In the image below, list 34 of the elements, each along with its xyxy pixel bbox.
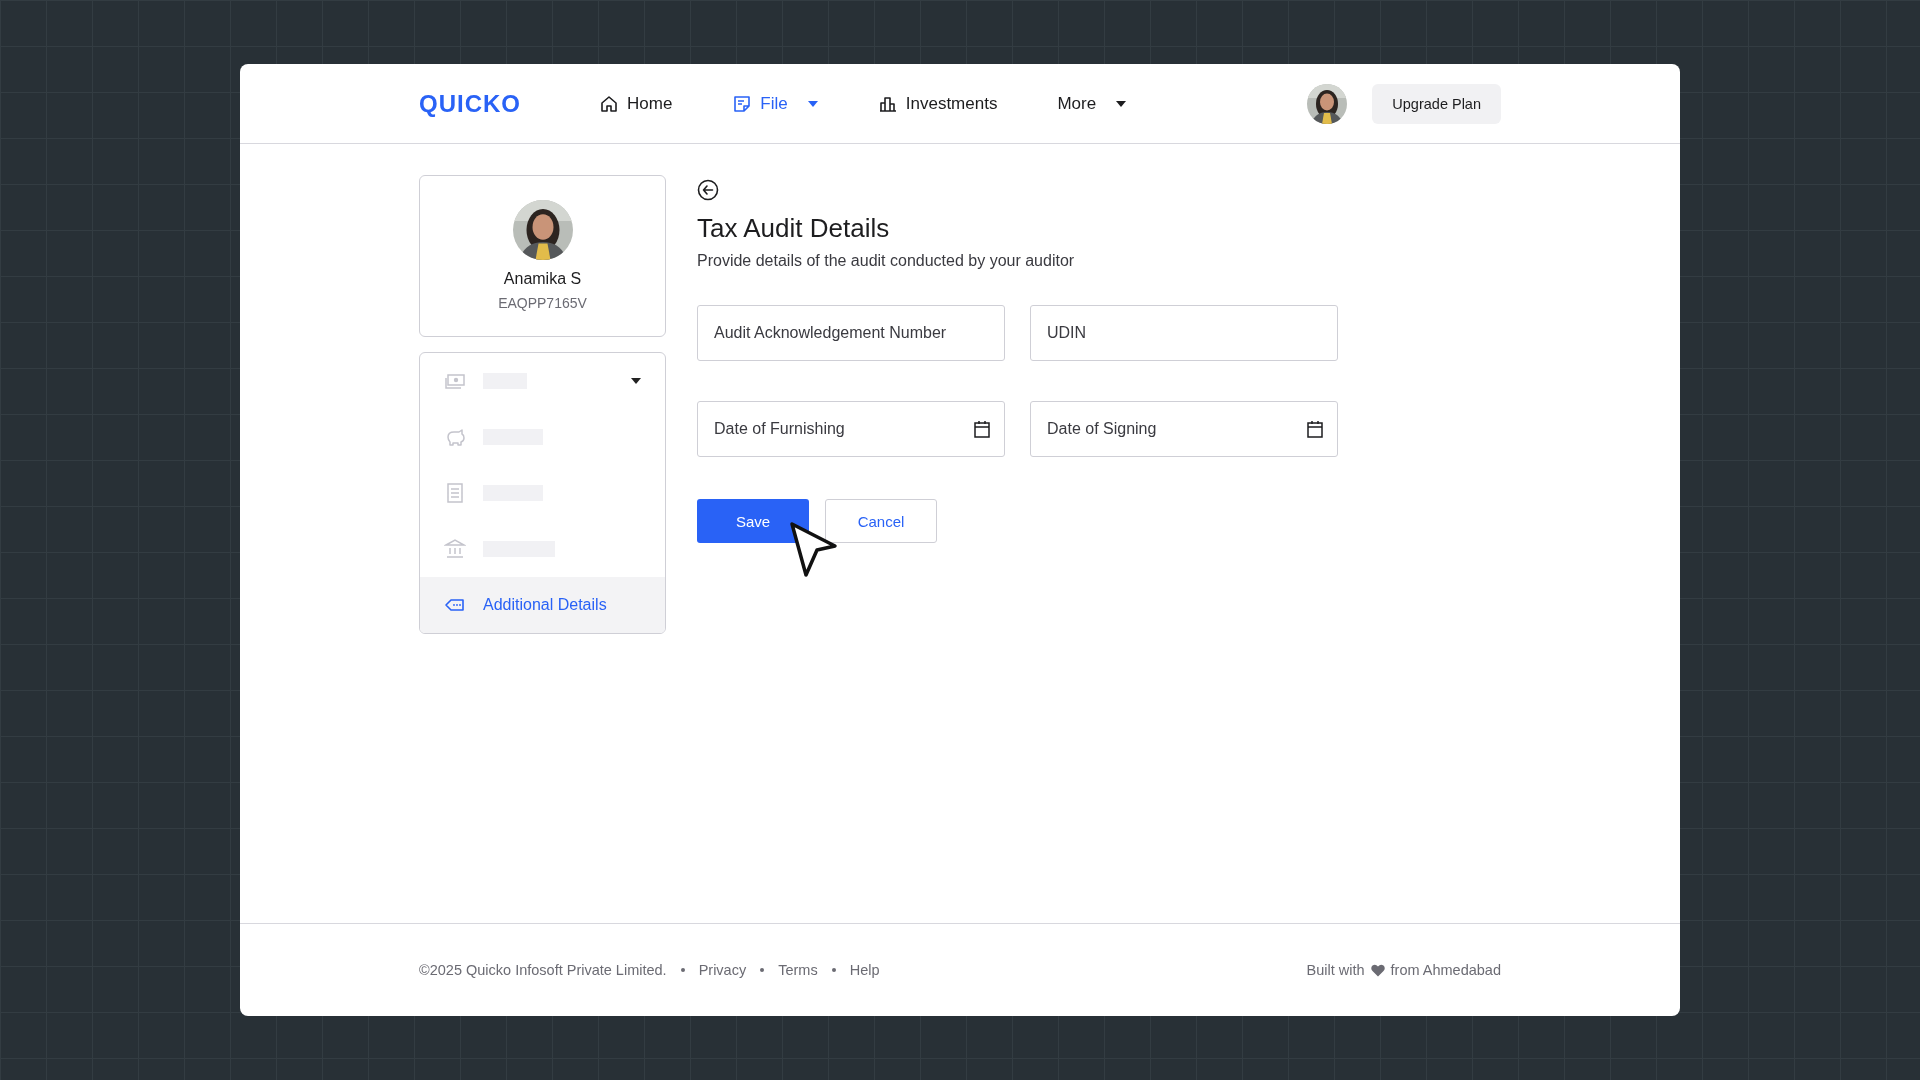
bank-icon <box>444 539 466 559</box>
cursor-icon <box>789 521 839 579</box>
save-button[interactable]: Save <box>697 499 809 543</box>
calendar-icon <box>1305 419 1325 439</box>
banknote-icon <box>444 371 466 391</box>
back-icon[interactable] <box>697 179 719 201</box>
cancel-button[interactable]: Cancel <box>825 499 937 543</box>
sidebar-item[interactable]: Additional Details <box>420 577 665 633</box>
input-field[interactable]: Audit Acknowledgement Number <box>697 305 1005 361</box>
profile-name: Anamika S <box>503 270 582 288</box>
footer-link[interactable]: Terms <box>778 962 818 978</box>
nav-link[interactable]: Investments <box>877 93 998 114</box>
receipt-icon <box>444 483 466 503</box>
input-field[interactable]: UDIN <box>1030 305 1338 361</box>
document-icon <box>732 93 753 114</box>
footer-link[interactable]: Help <box>849 962 880 978</box>
date-field[interactable]: Date of Signing <box>1030 401 1338 457</box>
heart-icon <box>1370 963 1385 977</box>
nav-link[interactable]: Home <box>599 93 673 114</box>
piggy-bank-icon <box>444 427 466 447</box>
built-with-text: Built with <box>1306 962 1365 978</box>
copyright-text: ©2025 Quicko Infosoft Private Limited. <box>419 962 667 978</box>
page-subtitle: Provide details of the audit conducted by your auditor <box>697 252 1076 270</box>
nav-link[interactable]: More <box>1057 93 1127 114</box>
home-icon <box>599 93 619 114</box>
calendar-icon <box>972 419 992 439</box>
logo[interactable]: QUICKO <box>419 89 521 118</box>
upgrade-plan-button[interactable]: Upgrade Plan <box>1372 83 1501 124</box>
footer-link[interactable]: Privacy <box>698 962 747 978</box>
nav-link[interactable]: File <box>732 93 818 114</box>
date-field[interactable]: Date of Furnishing <box>697 401 1005 457</box>
page-title: Tax Audit Details <box>697 213 891 244</box>
built-from-text: from Ahmedabad <box>1390 962 1501 978</box>
pan-number: EAQPP7165V <box>498 295 587 311</box>
